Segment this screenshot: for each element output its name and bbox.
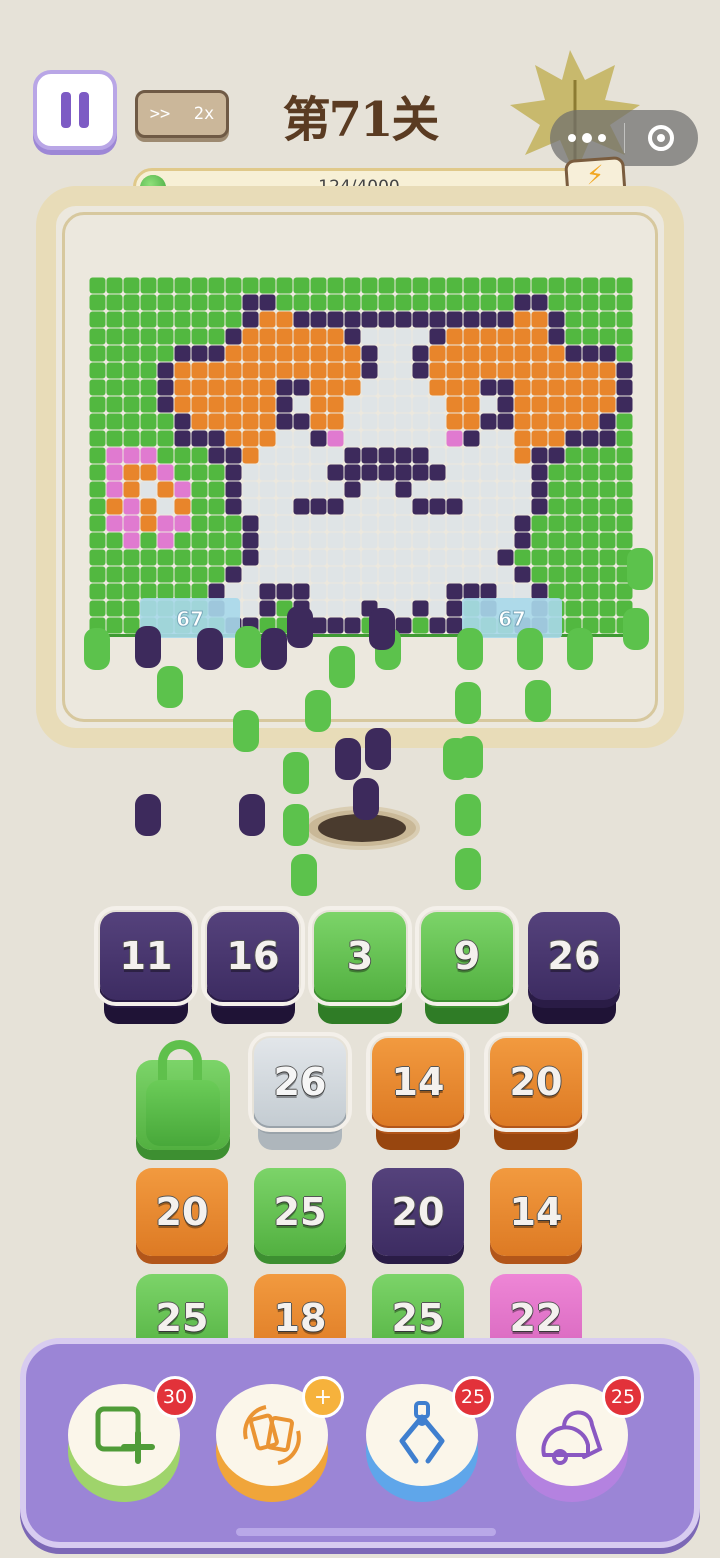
purple-creature	[335, 738, 361, 780]
green-creature	[567, 628, 593, 670]
tile-orange[interactable]: 14	[490, 1168, 582, 1256]
purple-creature	[365, 728, 391, 770]
tile-purple[interactable]: 26	[528, 912, 620, 1024]
tile-purple[interactable]: 11	[94, 906, 198, 1024]
powerup-count-badge: 25	[452, 1376, 494, 1418]
green-creature	[455, 848, 481, 890]
green-creature	[283, 804, 309, 846]
tile-green[interactable]: 3	[308, 906, 412, 1024]
vacuum-icon	[541, 1410, 603, 1465]
green-creature	[157, 666, 183, 708]
green-creature	[305, 690, 331, 732]
powerup-buy-badge: +	[302, 1376, 344, 1418]
water-pool-right-count: 67	[498, 607, 526, 631]
green-creature	[623, 608, 649, 650]
tile-green[interactable]: 9	[415, 906, 519, 1024]
powerup-add-slot[interactable]: 30	[68, 1376, 196, 1502]
green-creature	[329, 646, 355, 688]
green-creature	[455, 682, 481, 724]
tile-orange[interactable]: 14	[366, 1032, 470, 1150]
green-creature	[525, 680, 551, 722]
green-creature	[283, 752, 309, 794]
flower-pixel-art	[108, 440, 198, 530]
tile-purple[interactable]: 20	[372, 1168, 464, 1256]
purple-creature	[239, 794, 265, 836]
shuffle-icon	[243, 1405, 301, 1465]
green-creature	[443, 738, 469, 780]
claw-icon	[399, 1401, 445, 1464]
tile-grey[interactable]: 26	[248, 1032, 352, 1150]
green-creature	[517, 628, 543, 670]
tile-orange[interactable]: 20	[136, 1168, 228, 1256]
purple-creature	[369, 608, 395, 650]
purple-creature	[261, 628, 287, 670]
powerup-count-badge: 25	[602, 1376, 644, 1418]
green-creature	[627, 548, 653, 590]
tile-green[interactable]: 25	[254, 1168, 346, 1256]
green-creature	[455, 794, 481, 836]
tile-purple[interactable]: 16	[201, 906, 305, 1024]
powerup-shuffle[interactable]: +	[216, 1376, 344, 1502]
purple-creature	[135, 794, 161, 836]
green-creature	[457, 628, 483, 670]
purple-creature	[135, 626, 161, 668]
green-creature	[84, 628, 110, 670]
tile-orange[interactable]: 20	[484, 1032, 588, 1150]
scene-overlay: 67 67	[84, 440, 653, 896]
green-creature	[233, 710, 259, 752]
green-creature	[291, 854, 317, 896]
green-creature	[235, 626, 261, 668]
purple-creature	[197, 628, 223, 670]
powerup-claw[interactable]: 25	[366, 1376, 494, 1502]
tray-scrollbar	[236, 1528, 496, 1536]
powerup-vacuum[interactable]: 25	[516, 1376, 644, 1502]
add-slot-icon	[95, 1406, 155, 1464]
purple-creature	[353, 778, 379, 820]
water-pool-left-count: 67	[176, 607, 204, 631]
locked-slot[interactable]	[136, 1040, 230, 1150]
purple-creature	[287, 606, 313, 648]
padlock-icon	[158, 1040, 202, 1084]
powerup-count-badge: 30	[154, 1376, 196, 1418]
